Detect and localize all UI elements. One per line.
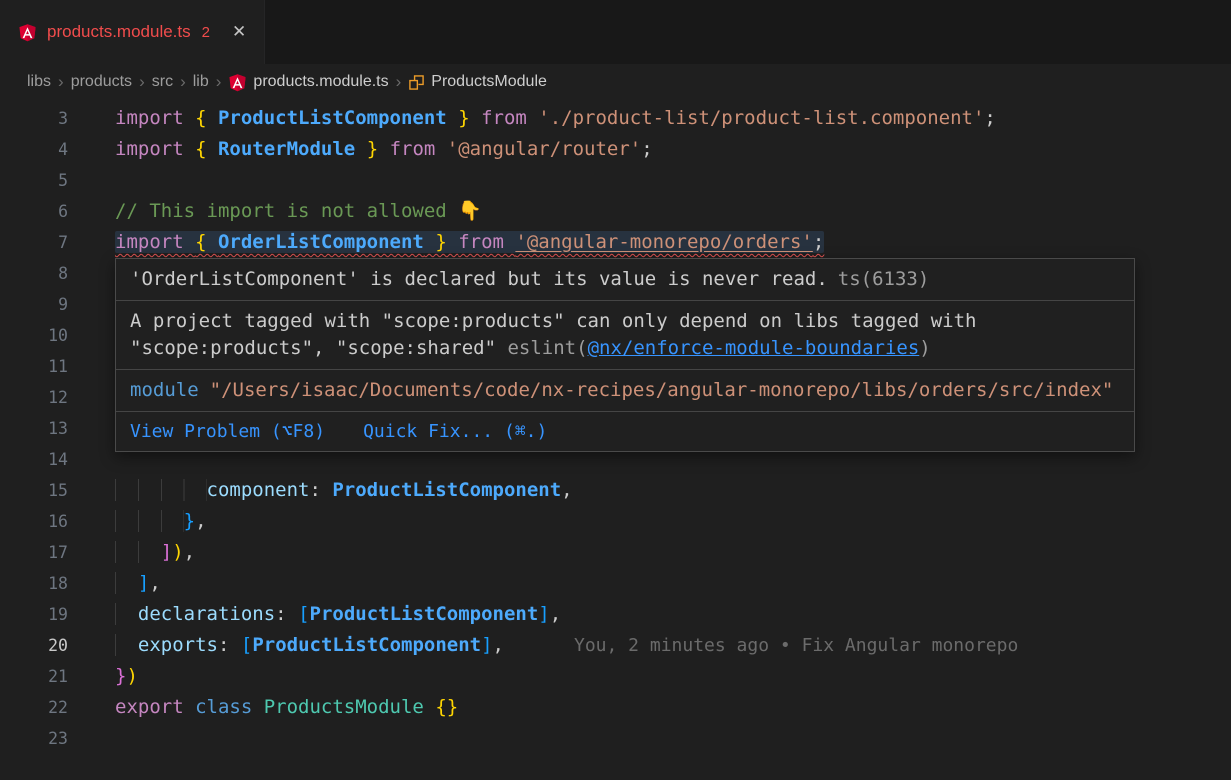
angular-icon [18,23,37,42]
breadcrumb-label: src [152,73,173,91]
code-line-content: ], [115,568,161,599]
breadcrumb-item-lib[interactable]: lib [193,73,209,91]
code-line[interactable]: 23 [0,723,1231,754]
breadcrumb-label: lib [193,73,209,91]
error-squiggle-range: import { OrderListComponent } from '@ang… [115,231,824,253]
editor-tab-bar: products.module.ts 2 ✕ [0,0,1231,64]
error-count-badge: 2 [202,24,210,41]
chevron-right-icon: › [396,72,402,92]
line-number[interactable]: 4 [0,134,68,165]
hover-eslint-error: A project tagged with "scope:products" c… [116,301,1134,370]
chevron-right-icon: › [58,72,64,92]
code-line[interactable]: 17 ]), [0,537,1231,568]
angular-icon [228,73,247,92]
line-number[interactable]: 18 [0,568,68,599]
line-number[interactable]: 8 [0,258,68,289]
breadcrumb-item-productsmodule[interactable]: ProductsModule [408,73,547,91]
code-line[interactable]: 20 exports: [ProductListComponent],You, … [0,630,1231,661]
code-line[interactable]: 5 [0,165,1231,196]
code-line-content: component: ProductListComponent, [115,475,573,506]
line-number[interactable]: 17 [0,537,68,568]
line-number[interactable]: 5 [0,165,68,196]
code-line-content: }) [115,661,138,692]
module-keyword: module [130,379,199,401]
breadcrumb-item-src[interactable]: src [152,73,173,91]
code-line[interactable]: 18 ], [0,568,1231,599]
breadcrumb-label: products [71,73,132,91]
class-icon [408,74,425,91]
line-number[interactable]: 22 [0,692,68,723]
view-problem-link[interactable]: View Problem (⌥F8) [130,418,325,445]
code-line[interactable]: 7 import { OrderListComponent } from '@an… [0,227,1231,258]
line-number[interactable]: 13 [0,413,68,444]
line-number[interactable]: 15 [0,475,68,506]
line-number[interactable]: 3 [0,103,68,134]
breadcrumb-item-libs[interactable]: libs [27,73,51,91]
quick-fix-link[interactable]: Quick Fix... (⌘.) [363,418,547,445]
line-number[interactable]: 9 [0,289,68,320]
code-line-content: declarations: [ProductListComponent], [115,599,561,630]
chevron-right-icon: › [216,72,222,92]
eslint-source-suffix: ) [919,337,930,359]
breadcrumb-label: libs [27,73,51,91]
editor: 3 import { ProductListComponent } from '.… [0,100,1231,754]
line-number[interactable]: 10 [0,320,68,351]
eslint-rule-link[interactable]: @nx/enforce-module-boundaries [588,337,920,359]
line-number[interactable]: 21 [0,661,68,692]
editor-tab[interactable]: products.module.ts 2 ✕ [0,0,265,64]
code-line[interactable]: 6 // This import is not allowed 👇 [0,196,1231,227]
breadcrumb-item-products-module-ts[interactable]: products.module.ts [228,73,388,92]
line-number[interactable]: 12 [0,382,68,413]
breadcrumb-label: products.module.ts [253,73,388,91]
breadcrumb-item-products[interactable]: products [71,73,132,91]
line-number[interactable]: 11 [0,351,68,382]
code-line-content: import { RouterModule } from '@angular/r… [115,134,653,165]
line-number[interactable]: 6 [0,196,68,227]
hover-popup: 'OrderListComponent' is declared but its… [115,258,1135,452]
hover-module-info: module "/Users/isaac/Documents/code/nx-re… [116,370,1134,412]
code-line-content: export class ProductsModule {} [115,692,458,723]
hover-action-bar: View Problem (⌥F8) Quick Fix... (⌘.) [116,412,1134,451]
code-line-content: }, [115,506,207,537]
code-line[interactable]: 21}) [0,661,1231,692]
breadcrumb: libs › products › src › lib › products.module.ts… [0,64,1231,100]
line-number[interactable]: 16 [0,506,68,537]
line-number[interactable]: 19 [0,599,68,630]
chevron-right-icon: › [139,72,145,92]
code-line-content: ]), [115,537,195,568]
code-line-content: exports: [ProductListComponent],You, 2 m… [115,630,1018,661]
ts-error-message: 'OrderListComponent' is declared but its… [130,268,828,290]
code-line[interactable]: 4 import { RouterModule } from '@angular/… [0,134,1231,165]
tab-title: products.module.ts [47,22,191,42]
line-number[interactable]: 14 [0,444,68,475]
hover-ts-error: 'OrderListComponent' is declared but its… [116,259,1134,301]
ts-error-code: ts(6133) [838,268,930,290]
code-line-content: import { OrderListComponent } from '@ang… [115,227,824,258]
close-icon[interactable]: ✕ [232,22,246,42]
code-line[interactable]: 15 component: ProductListComponent, [0,475,1231,506]
line-number[interactable]: 7 [0,227,68,258]
code-line[interactable]: 22 export class ProductsModule {} [0,692,1231,723]
eslint-source-prefix: eslint( [496,337,588,359]
code-line[interactable]: 19 declarations: [ProductListComponent], [0,599,1231,630]
code-line-content: // This import is not allowed 👇 [115,196,482,227]
line-number[interactable]: 20 [0,630,68,661]
code-line[interactable]: 16 }, [0,506,1231,537]
vscode-window: products.module.ts 2 ✕ libs › products › src… [0,0,1231,780]
git-blame-annotation: You, 2 minutes ago • Fix Angular monorep… [574,635,1018,656]
line-number[interactable]: 23 [0,723,68,754]
code-line-content: import { ProductListComponent } from './… [115,103,996,134]
chevron-right-icon: › [180,72,186,92]
module-path: "/Users/isaac/Documents/code/nx-recipes/… [210,379,1114,401]
breadcrumb-label: ProductsModule [431,73,547,91]
code-line[interactable]: 3 import { ProductListComponent } from '.… [0,103,1231,134]
